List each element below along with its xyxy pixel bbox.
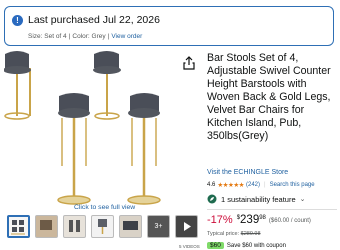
product-title: Bar Stools Set of 4, Adjustable Swivel C… — [207, 52, 331, 142]
thumbnail[interactable] — [35, 215, 58, 238]
stool-thumbnail-icon — [11, 220, 25, 235]
more-thumbnails[interactable]: 3+ — [147, 215, 170, 238]
share-icon[interactable] — [183, 56, 195, 70]
thumbnail-strip: 3+ 5 VIDEOS — [7, 215, 203, 249]
price-row: -17% $ 239 98 ($60.00 / count) — [207, 214, 311, 226]
divider — [207, 209, 337, 210]
sustainability-feature[interactable]: 1 sustainability feature ⌄ — [207, 194, 306, 204]
coupon-badge: $60 — [207, 242, 224, 249]
discount-percent: -17% — [207, 214, 233, 226]
color-text: Color: Grey — [72, 33, 106, 40]
videos-label: 5 VIDEOS — [179, 244, 200, 249]
see-full-view-link[interactable]: Click to see full view — [74, 204, 135, 211]
rating-value: 4.6 — [207, 182, 216, 188]
price-fraction: 98 — [259, 215, 266, 221]
search-page-link[interactable]: Search this page — [270, 182, 315, 188]
view-order-link[interactable]: View order — [111, 33, 142, 40]
coupon-text: Save $60 with coupon — [226, 242, 286, 249]
coupon-row[interactable]: $60 Save $60 with coupon — [207, 242, 286, 249]
rating-row: 4.6 ★★★★★ (242) | Search this page — [207, 181, 315, 189]
leaf-icon — [207, 194, 217, 204]
stool-thumbnail-icon — [123, 221, 138, 230]
typical-price-row: Typical price: $289.98 — [207, 231, 261, 237]
last-purchased-title: Last purchased Jul 22, 2026 — [28, 14, 160, 26]
stool-thumbnail-icon — [69, 220, 80, 232]
play-icon — [184, 222, 191, 231]
thumbnail[interactable] — [119, 215, 142, 238]
purchase-details: Size: Set of 4 | Color: Grey | View order — [28, 33, 143, 40]
stool-thumbnail-icon — [98, 219, 107, 234]
thumbnail[interactable] — [63, 215, 86, 238]
stool-thumbnail-icon — [40, 220, 52, 230]
typical-price: $289.98 — [240, 231, 261, 237]
stars-rating[interactable]: ★★★★★ — [217, 181, 244, 189]
sustainability-text: 1 sustainability feature — [221, 194, 296, 204]
last-purchased-banner: ! Last purchased Jul 22, 2026 Size: Set … — [4, 6, 334, 46]
product-image[interactable] — [4, 50, 200, 208]
info-icon: ! — [12, 15, 23, 26]
bar-stool-image-group — [4, 51, 161, 205]
video-thumbnail[interactable] — [175, 215, 198, 238]
chevron-down-icon: ⌄ — [299, 196, 306, 203]
typical-price-label: Typical price: — [207, 231, 240, 237]
thumbnail[interactable] — [91, 215, 114, 238]
unit-price: ($60.00 / count) — [268, 218, 311, 224]
review-count-link[interactable]: (242) — [246, 182, 260, 188]
thumbnail[interactable] — [7, 215, 30, 238]
store-link[interactable]: Visit the ECHINGLE Store — [207, 169, 288, 176]
size-text: Size: Set of 4 — [28, 33, 67, 40]
price-whole: 239 — [240, 214, 260, 226]
